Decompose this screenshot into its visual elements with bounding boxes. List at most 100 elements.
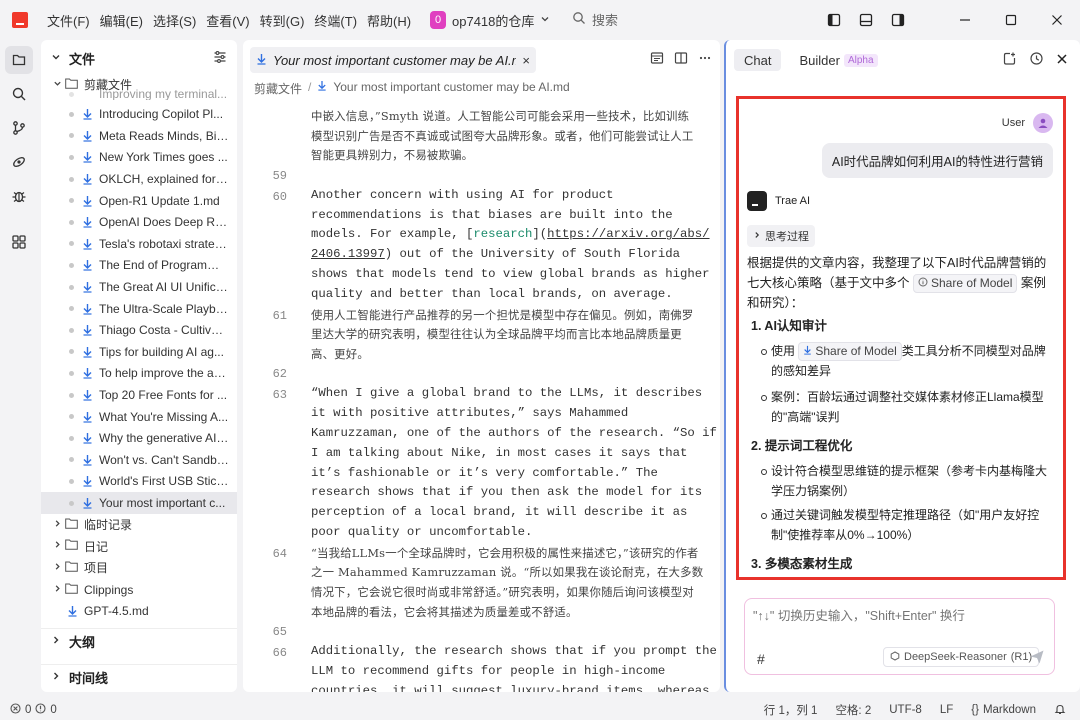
remote-icon[interactable] <box>5 148 33 176</box>
tree-file-item[interactable]: Your most important c... <box>41 492 237 514</box>
toggle-left-panel-icon[interactable] <box>818 0 850 40</box>
model-selector[interactable]: DeepSeek-Reasoner (R1) <box>883 647 1040 667</box>
context-hash-button[interactable]: # <box>757 651 765 667</box>
code-area[interactable]: 中嵌入信息，”Smyth 说道。人工智能公司可能会采用一些技术，比如训练 模型识别… <box>243 102 720 692</box>
markdown-link-text[interactable]: research <box>473 227 532 241</box>
global-search[interactable]: 搜索 <box>572 10 618 29</box>
close-icon[interactable] <box>1056 53 1068 68</box>
new-chat-icon[interactable] <box>1002 51 1017 69</box>
notifications-icon[interactable] <box>1054 703 1066 718</box>
debug-icon[interactable] <box>5 182 33 210</box>
tree-file-item[interactable]: To help improve the ac... <box>41 363 237 385</box>
maximize-button[interactable] <box>988 0 1034 40</box>
encoding[interactable]: UTF-8 <box>889 704 922 716</box>
chat-input-box: # DeepSeek-Reasoner (R1) <box>744 598 1055 675</box>
tree-file-item[interactable]: What You're Missing A... <box>41 406 237 428</box>
line-number: 66 <box>272 646 287 661</box>
tree-file-item[interactable]: World's First USB Stick ... <box>41 471 237 493</box>
explorer-header[interactable]: 文件 <box>41 48 237 68</box>
code-line: shows that models tend to view global br… <box>311 267 710 281</box>
tree-file-item[interactable]: New York Times goes ... <box>41 147 237 169</box>
markdown-link-url[interactable]: https://arxiv.org/abs/ <box>547 227 709 241</box>
menu-help[interactable]: 帮助(H) <box>362 11 416 30</box>
tree-dot <box>69 306 74 312</box>
tree-item-partial[interactable]: Improving my terminal... <box>41 88 237 100</box>
tree-file-item[interactable]: OpenAI Does Deep Re... <box>41 212 237 234</box>
toggle-bottom-panel-icon[interactable] <box>850 0 882 40</box>
thinking-toggle[interactable]: 思考过程 <box>747 225 815 247</box>
code-line: 高、更好。 <box>311 346 369 361</box>
tree-file-item[interactable]: Open-R1 Update 1.md <box>41 190 237 212</box>
send-icon[interactable] <box>1029 649 1045 668</box>
tree-folder-item[interactable]: 临时记录 <box>41 514 237 536</box>
tree-file-item[interactable]: The Great AI UI Unifica... <box>41 276 237 298</box>
code-line: quality and better than local brands, on… <box>311 286 673 301</box>
tree-file-item[interactable]: The End of Programmi... <box>41 255 237 277</box>
toggle-right-panel-icon[interactable] <box>882 0 914 40</box>
list-item: 通过关键词触发模型特定推理路径（如"用户友好控制"使推荐率从0%→100%） <box>761 505 1051 545</box>
line-ending[interactable]: LF <box>940 704 953 716</box>
editor-tab-bar: Your most important customer may be AI.m… <box>243 40 720 78</box>
tree-file-root[interactable]: GPT-4.5.md <box>41 600 237 622</box>
tree-file-item[interactable]: Meta Reads Minds, Big... <box>41 125 237 147</box>
menu-file[interactable]: 文件(F) <box>42 11 95 30</box>
source-control-icon[interactable] <box>5 114 33 142</box>
tree-file-item[interactable]: Tips for building AI ag... <box>41 341 237 363</box>
markdown-link-url[interactable]: 2406.13997 <box>311 247 385 261</box>
chevron-right-icon <box>753 230 761 242</box>
breadcrumb-folder[interactable]: 剪藏文件 <box>254 80 302 97</box>
menu-selection[interactable]: 选择(S) <box>148 11 201 30</box>
problems-indicator[interactable]: 0 0 <box>10 703 57 717</box>
tree-file-item[interactable]: OKLCH, explained for ... <box>41 168 237 190</box>
list-item: 案例：百龄坛通过调整社交媒体素材修正Llama模型的"高端"误判 <box>761 387 1051 427</box>
split-editor-icon[interactable] <box>674 51 688 68</box>
reference-chip[interactable]: Share of Model <box>913 274 1018 293</box>
extensions-icon[interactable] <box>5 228 33 256</box>
search-icon[interactable] <box>5 80 33 108</box>
tab-close-button[interactable]: × <box>522 53 530 68</box>
tree-file-item[interactable]: The Ultra-Scale Playbo... <box>41 298 237 320</box>
history-icon[interactable] <box>1029 51 1044 69</box>
activity-bar <box>0 40 38 700</box>
tree-dot <box>69 349 74 355</box>
menu-edit[interactable]: 编辑(E) <box>95 11 148 30</box>
code-line: countries, it will suggest luxury-brand … <box>311 683 710 692</box>
menu-terminal[interactable]: 终端(T) <box>309 11 362 30</box>
explorer-icon[interactable] <box>5 46 33 74</box>
tree-file-item[interactable]: Introducing Copilot Pl... <box>41 104 237 126</box>
tab-builder[interactable]: Builder Alpha <box>789 49 887 71</box>
filter-icon[interactable] <box>213 50 227 67</box>
tree-dot <box>69 154 74 160</box>
close-window-button[interactable] <box>1034 0 1080 40</box>
reference-chip[interactable]: Share of Model <box>798 342 902 361</box>
chat-input[interactable] <box>753 607 1043 625</box>
tree-file-item[interactable]: Why the generative AI ... <box>41 428 237 450</box>
tree-folder-item[interactable]: Clippings <box>41 579 237 601</box>
indentation[interactable]: 空格: 2 <box>835 702 871 718</box>
timeline-section[interactable]: 时间线 <box>41 664 237 690</box>
download-file-icon <box>82 346 93 358</box>
code-line: Kamruzzaman, one of the authors of the r… <box>311 426 717 440</box>
tree-item-label: Top 20 Free Fonts for ... <box>99 388 228 403</box>
code-line: “当我给LLMs一个全球品牌时，它会用积极的属性来描述它，”该研究的作者 <box>311 545 699 560</box>
language-mode[interactable]: {} Markdown <box>971 704 1036 716</box>
code-line: 里达大学的研究表明，模型往往认为全球品牌平均而言比本地品牌质量更 <box>311 327 682 342</box>
tree-file-item[interactable]: Top 20 Free Fonts for ... <box>41 384 237 406</box>
tree-file-item[interactable]: Tesla's robotaxi strateg... <box>41 233 237 255</box>
outline-section[interactable]: 大纲 <box>41 628 237 654</box>
preview-icon[interactable] <box>650 51 664 68</box>
cursor-position[interactable]: 行 1，列 1 <box>764 702 818 718</box>
tree-file-item[interactable]: Won't vs. Can't Sandba... <box>41 449 237 471</box>
editor-tab-active[interactable]: Your most important customer may be AI.m… <box>250 47 536 73</box>
menu-go[interactable]: 转到(G) <box>255 11 310 30</box>
tree-file-item[interactable]: Thiago Costa - Cultivat... <box>41 320 237 342</box>
tree-folder-item[interactable]: 日记 <box>41 536 237 558</box>
menu-view[interactable]: 查看(V) <box>201 11 254 30</box>
repo-switcher[interactable]: 0 op7418的仓库 <box>424 8 556 32</box>
breadcrumb-file[interactable]: Your most important customer may be AI.m… <box>333 80 569 97</box>
tree-folder-item[interactable]: 项目 <box>41 557 237 579</box>
more-actions-icon[interactable] <box>698 51 712 68</box>
minimize-button[interactable] <box>942 0 988 40</box>
tab-chat[interactable]: Chat <box>734 49 782 71</box>
download-file-icon <box>82 151 93 164</box>
